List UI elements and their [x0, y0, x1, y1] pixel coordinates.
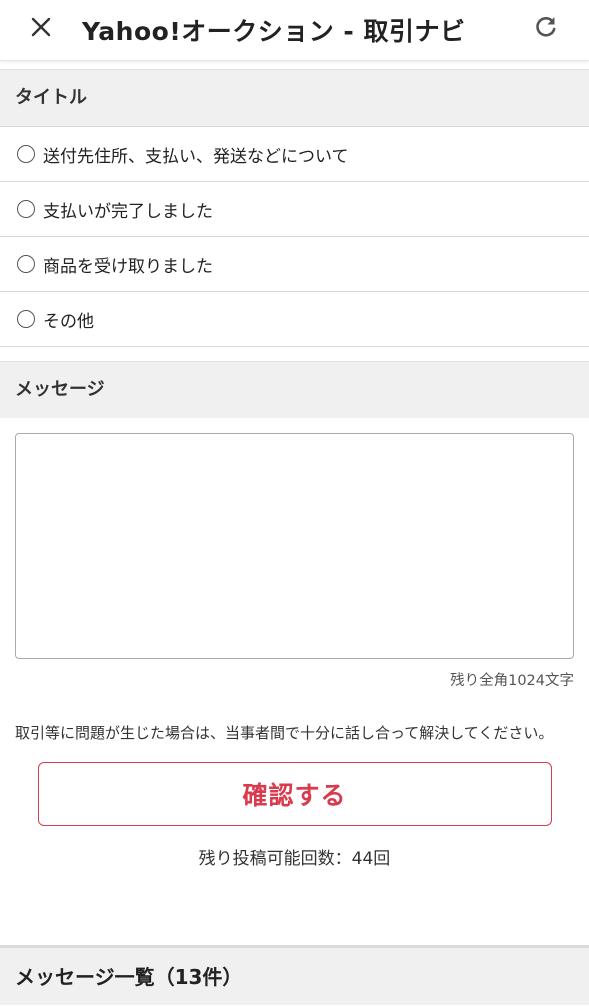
- message-input[interactable]: [15, 433, 574, 659]
- title-option-shipping-payment[interactable]: 送付先住所、支払い、発送などについて: [0, 127, 589, 182]
- radio-button[interactable]: [17, 145, 35, 163]
- radio-button[interactable]: [17, 310, 35, 328]
- title-options: 送付先住所、支払い、発送などについて 支払いが完了しました 商品を受け取りました…: [0, 126, 589, 347]
- reload-button[interactable]: [529, 10, 563, 44]
- close-icon: [31, 17, 51, 37]
- title-option-other[interactable]: その他: [0, 292, 589, 347]
- char-counter: 残り全角1024文字: [450, 673, 574, 689]
- message-section-header: メッセージ: [0, 361, 589, 418]
- message-list-header[interactable]: メッセージ一覧（13件）: [0, 945, 589, 1005]
- reload-icon: [536, 17, 556, 37]
- radio-label: 送付先住所、支払い、発送などについて: [43, 146, 349, 167]
- page-title: Yahoo!オークション - 取引ナビ: [82, 17, 466, 46]
- title-section-header: タイトル: [0, 69, 589, 126]
- radio-button[interactable]: [17, 255, 35, 273]
- notice-text: 取引等に問題が生じた場合は、当事者間で十分に話し合って解決してください。: [15, 724, 554, 742]
- close-button[interactable]: [24, 10, 58, 44]
- message-input-wrapper: [0, 418, 589, 659]
- radio-label: その他: [43, 311, 94, 332]
- title-option-item-received[interactable]: 商品を受け取りました: [0, 237, 589, 292]
- title-option-payment-complete[interactable]: 支払いが完了しました: [0, 182, 589, 237]
- radio-button[interactable]: [17, 200, 35, 218]
- confirm-button[interactable]: 確認する: [37, 762, 552, 826]
- radio-label: 商品を受け取りました: [43, 256, 213, 277]
- top-bar: Yahoo!オークション - 取引ナビ: [0, 0, 589, 61]
- remaining-posts-text: 残り投稿可能回数：44回: [198, 849, 391, 869]
- radio-label: 支払いが完了しました: [43, 201, 213, 222]
